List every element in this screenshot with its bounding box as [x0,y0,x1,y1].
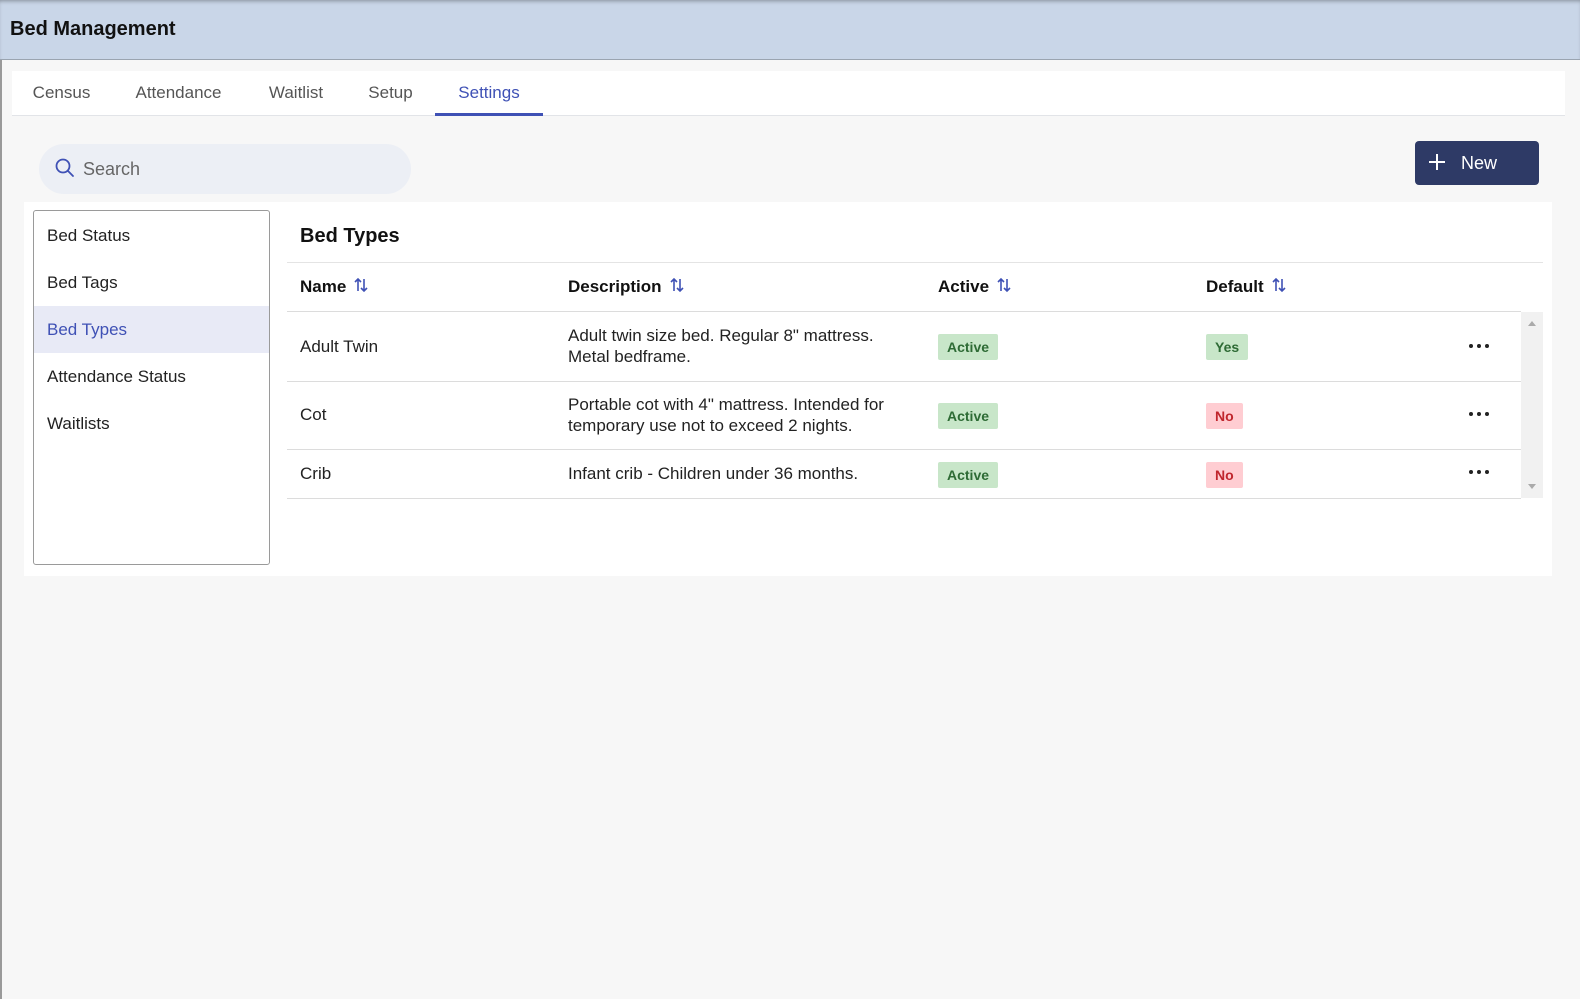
tab-settings[interactable]: Settings [435,71,543,116]
active-badge: Active [938,334,999,360]
settings-side-nav: Bed Status Bed Tags Bed Types Attendance… [33,210,270,565]
sort-icon [1272,277,1286,293]
search-icon [55,158,74,177]
description-line: temporary use not to exceed 2 nights. [568,416,853,435]
new-button-label: New [1461,153,1498,173]
window-edge [0,60,2,999]
side-item-attendance-status[interactable]: Attendance Status [34,353,269,400]
scroll-up-icon[interactable] [1527,319,1537,327]
column-header-default[interactable]: Default [1206,277,1286,297]
side-item-waitlists[interactable]: Waitlists [34,400,269,447]
cell-name: Cot [300,405,327,424]
cell-name: Crib [300,464,332,483]
default-badge: No [1206,462,1243,488]
active-badge: Active [938,403,999,429]
description-line: Portable cot with 4" mattress. Intended … [568,395,884,414]
table-row[interactable]: Cot Portable cot with 4" mattress. Inten… [287,382,1521,450]
description-line: Metal bedframe. [568,347,691,366]
toolbar: New [24,128,1552,202]
table-scrollbar[interactable] [1521,312,1543,498]
default-badge: Yes [1206,334,1249,360]
column-header-label: Default [1206,277,1264,296]
sort-icon [354,277,368,293]
cell-description: Infant crib - Children under 36 months. [568,463,918,484]
side-item-bed-types[interactable]: Bed Types [34,306,269,353]
table-row[interactable]: Adult Twin Adult twin size bed. Regular … [287,312,1521,382]
active-badge: Active [938,462,999,488]
column-header-label: Active [938,277,990,296]
column-header-label: Description [568,277,662,296]
more-options-icon[interactable] [1464,404,1494,424]
column-header-name[interactable]: Name [300,277,368,297]
search-input[interactable] [83,154,393,184]
cell-description: Adult twin size bed. Regular 8" mattress… [568,325,918,367]
more-options-icon[interactable] [1464,462,1494,482]
settings-panel: New Bed Status Bed Tags Bed Types Attend… [24,128,1552,576]
plus-icon [1429,154,1445,170]
description-line: Adult twin size bed. Regular 8" mattress… [568,326,874,345]
table-row[interactable]: Crib Infant crib - Children under 36 mon… [287,450,1521,499]
side-item-bed-tags[interactable]: Bed Tags [34,259,269,306]
default-badge: No [1206,403,1243,429]
search-box[interactable] [39,144,411,194]
column-header-label: Name [300,277,347,296]
tab-waitlist[interactable]: Waitlist [246,71,346,116]
scroll-down-icon[interactable] [1527,483,1537,491]
tab-setup[interactable]: Setup [346,71,435,116]
cell-description: Portable cot with 4" mattress. Intended … [568,394,918,436]
tab-attendance[interactable]: Attendance [111,71,246,116]
more-options-icon[interactable] [1464,336,1494,356]
tab-census[interactable]: Census [12,71,111,116]
app-title: Bed Management [10,18,176,40]
tab-bar: Census Attendance Waitlist Setup Setting… [12,71,1565,116]
column-header-description[interactable]: Description [568,277,684,297]
content-title: Bed Types [300,225,400,247]
column-header-active[interactable]: Active [938,277,1011,297]
sort-icon [997,277,1011,293]
cell-name: Adult Twin [300,337,379,356]
app-header: Bed Management [0,0,1580,60]
side-item-bed-status[interactable]: Bed Status [34,212,269,259]
sort-icon [669,277,684,293]
new-button[interactable]: New [1415,141,1539,185]
description-line: Infant crib - Children under 36 months. [568,464,859,483]
divider [287,262,1543,263]
